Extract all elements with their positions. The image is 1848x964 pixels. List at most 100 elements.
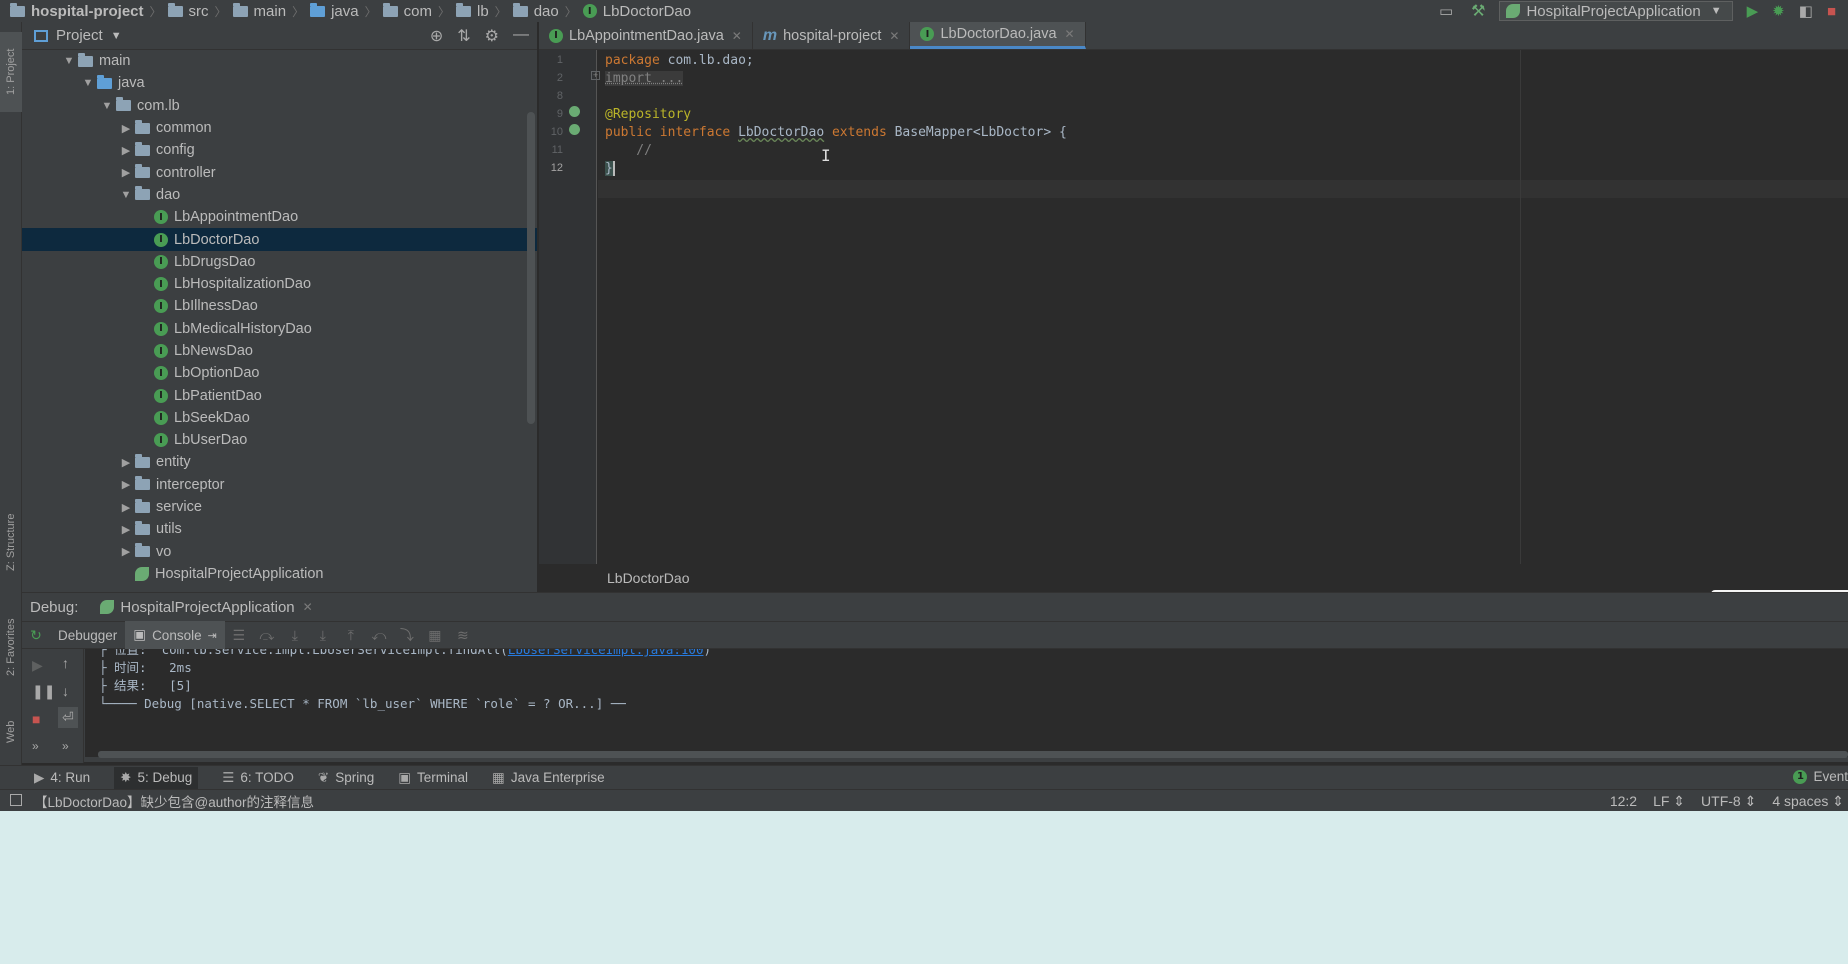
editor-tab-lbappointmentdao-java[interactable]: I LbAppointmentDao.java ✕: [539, 22, 753, 49]
drop-frame-icon[interactable]: ⤺: [365, 627, 393, 644]
breadcrumb-main[interactable]: main 〉: [232, 2, 304, 20]
scroll-down-icon[interactable]: ↓: [62, 683, 69, 699]
tree-item-interceptor[interactable]: ▶ interceptor: [22, 474, 537, 496]
debug-bug-icon[interactable]: ✹: [1772, 2, 1785, 20]
run-icon[interactable]: ▶: [1747, 2, 1759, 20]
debugger-tab[interactable]: Debugger: [50, 621, 125, 649]
expand-arrow-right-icon[interactable]: ▶: [117, 166, 135, 179]
spring-bean-gutter-icon[interactable]: [569, 124, 580, 135]
scroll-up-icon[interactable]: ↑: [62, 655, 69, 671]
gear-icon[interactable]: ⚙: [485, 26, 499, 46]
soft-wrap-icon[interactable]: ⏎: [58, 707, 78, 728]
breadcrumb-com[interactable]: com 〉: [382, 2, 450, 20]
tree-item-lbhospitalizationdao[interactable]: I LbHospitalizationDao: [22, 273, 537, 295]
expand-arrow-right-icon[interactable]: ▶: [117, 478, 135, 491]
run-configuration-select[interactable]: HospitalProjectApplication ▼: [1499, 1, 1733, 21]
pause-icon[interactable]: ❚❚: [32, 683, 55, 700]
tree-item-lbuserdao[interactable]: I LbUserDao: [22, 429, 537, 451]
close-icon[interactable]: ✕: [303, 600, 313, 614]
expand-arrow-down-icon[interactable]: ▼: [60, 55, 78, 67]
tool-java-enterprise[interactable]: ▦ Java Enterprise: [492, 770, 605, 786]
editor-breadcrumb[interactable]: LbDoctorDao: [539, 564, 1848, 592]
expand-arrow-right-icon[interactable]: ▶: [117, 523, 135, 536]
status-toggle-icon[interactable]: [10, 794, 22, 806]
tree-item-lbpatientdao[interactable]: I LbPatientDao: [22, 384, 537, 406]
indent-setting[interactable]: 4 spaces ⇕: [1772, 793, 1844, 810]
tool-spring[interactable]: ❦ Spring: [318, 770, 374, 786]
breadcrumb-file[interactable]: I LbDoctorDao: [582, 3, 691, 20]
expand-arrow-right-icon[interactable]: ▶: [117, 545, 135, 558]
frames-icon[interactable]: ☰: [225, 627, 253, 644]
event-log-tool[interactable]: 1 Event: [1793, 769, 1848, 784]
project-view-select[interactable]: Project: [56, 27, 103, 44]
expand-arrow-down-icon[interactable]: ▼: [117, 189, 135, 201]
expand-arrow-down-icon[interactable]: ▼: [79, 77, 97, 89]
more-icon[interactable]: »: [62, 739, 69, 753]
tree-item-lbillnessdao[interactable]: I LbIllnessDao: [22, 295, 537, 317]
file-encoding[interactable]: UTF-8 ⇕: [1701, 793, 1756, 810]
build-hammer-icon[interactable]: ⚒: [1471, 1, 1485, 21]
breadcrumb-project[interactable]: hospital-project 〉: [10, 2, 162, 20]
tree-item-hospitalprojectapplication[interactable]: HospitalProjectApplication: [22, 563, 537, 585]
tool-6-todo[interactable]: ☰ 6: TODO: [222, 770, 294, 786]
status-message[interactable]: 【LbDoctorDao】缺少包含@author的注释信息: [34, 791, 314, 811]
console-tab[interactable]: ▣ Console ⇥: [125, 621, 225, 649]
tree-item-lboptiondao[interactable]: I LbOptionDao: [22, 362, 537, 384]
tree-item-com-lb[interactable]: ▼ com.lb: [22, 95, 537, 117]
console-horizontal-scrollbar[interactable]: [98, 751, 1848, 758]
tree-item-lbappointmentdao[interactable]: I LbAppointmentDao: [22, 206, 537, 228]
line-separator[interactable]: LF ⇕: [1653, 793, 1685, 810]
breadcrumb-src[interactable]: src 〉: [167, 2, 227, 20]
tree-item-lbnewsdao[interactable]: I LbNewsDao: [22, 340, 537, 362]
editor-tab-lbdoctordao-java[interactable]: I LbDoctorDao.java ✕: [910, 22, 1086, 49]
breadcrumb-lb[interactable]: lb 〉: [455, 2, 507, 20]
rerun-icon[interactable]: ↻: [22, 627, 50, 644]
trace-icon[interactable]: ≋: [449, 627, 477, 644]
window-icon[interactable]: ▭: [1439, 2, 1453, 20]
expand-arrow-right-icon[interactable]: ▶: [117, 501, 135, 514]
tool-terminal[interactable]: ▣ Terminal: [398, 770, 468, 786]
step-into-icon[interactable]: ⤓: [281, 627, 309, 644]
expand-arrow-down-icon[interactable]: ▼: [98, 100, 116, 112]
debug-session-tab[interactable]: HospitalProjectApplication: [120, 599, 294, 616]
tool-5-debug[interactable]: ✸ 5: Debug: [114, 766, 199, 789]
expand-arrow-right-icon[interactable]: ▶: [117, 456, 135, 469]
stop-icon[interactable]: ■: [1827, 3, 1836, 20]
tree-item-lbmedicalhistorydao[interactable]: I LbMedicalHistoryDao: [22, 318, 537, 340]
structure-tool-tab[interactable]: Z: Structure: [0, 502, 22, 582]
tree-item-config[interactable]: ▶ config: [22, 139, 537, 161]
locate-target-icon[interactable]: ⊕: [430, 26, 443, 46]
force-step-into-icon[interactable]: ⤓: [309, 627, 337, 644]
tree-item-entity[interactable]: ▶ entity: [22, 451, 537, 473]
tree-item-lbseekdao[interactable]: I LbSeekDao: [22, 407, 537, 429]
collapse-all-icon[interactable]: ⇅: [457, 26, 470, 46]
close-icon[interactable]: ✕: [732, 29, 742, 43]
tree-item-main[interactable]: ▼ main: [22, 50, 537, 72]
tree-item-java[interactable]: ▼ java: [22, 72, 537, 94]
breadcrumb-dao[interactable]: dao 〉: [512, 2, 577, 20]
close-icon[interactable]: ✕: [1065, 27, 1075, 41]
tree-item-common[interactable]: ▶ common: [22, 117, 537, 139]
caret-position[interactable]: 12:2: [1610, 793, 1637, 809]
breadcrumb-java[interactable]: java 〉: [310, 2, 377, 20]
chevron-down-icon[interactable]: ▼: [111, 30, 122, 42]
step-over-icon[interactable]: ⤼: [253, 627, 281, 644]
console-output[interactable]: ├ 位置: com.lb.service.impl.LbUserServiceI…: [85, 649, 1848, 757]
step-out-icon[interactable]: ⤒: [337, 627, 365, 644]
expand-arrow-right-icon[interactable]: ▶: [117, 122, 135, 135]
tree-item-controller[interactable]: ▶ controller: [22, 161, 537, 183]
editor-tab-hospital-project[interactable]: m hospital-project ✕: [753, 22, 911, 49]
spring-bean-gutter-icon[interactable]: [569, 106, 580, 117]
tool-4-run[interactable]: ▶ 4: Run: [34, 770, 90, 786]
resume-icon[interactable]: ▶: [32, 657, 43, 674]
minimize-icon[interactable]: —: [513, 26, 529, 46]
evaluate-icon[interactable]: ▦: [421, 627, 449, 644]
tree-scrollbar[interactable]: [527, 112, 535, 424]
coverage-icon[interactable]: ◧: [1799, 2, 1813, 20]
tree-item-vo[interactable]: ▶ vo: [22, 541, 537, 563]
code-editor[interactable]: package com.lb.dao; import ... @Reposito…: [605, 50, 1848, 564]
folded-imports[interactable]: import ...: [605, 71, 684, 86]
project-tool-tab[interactable]: 1: Project: [0, 32, 22, 112]
tree-item-dao[interactable]: ▼ dao: [22, 184, 537, 206]
more-icon[interactable]: »: [32, 739, 39, 753]
